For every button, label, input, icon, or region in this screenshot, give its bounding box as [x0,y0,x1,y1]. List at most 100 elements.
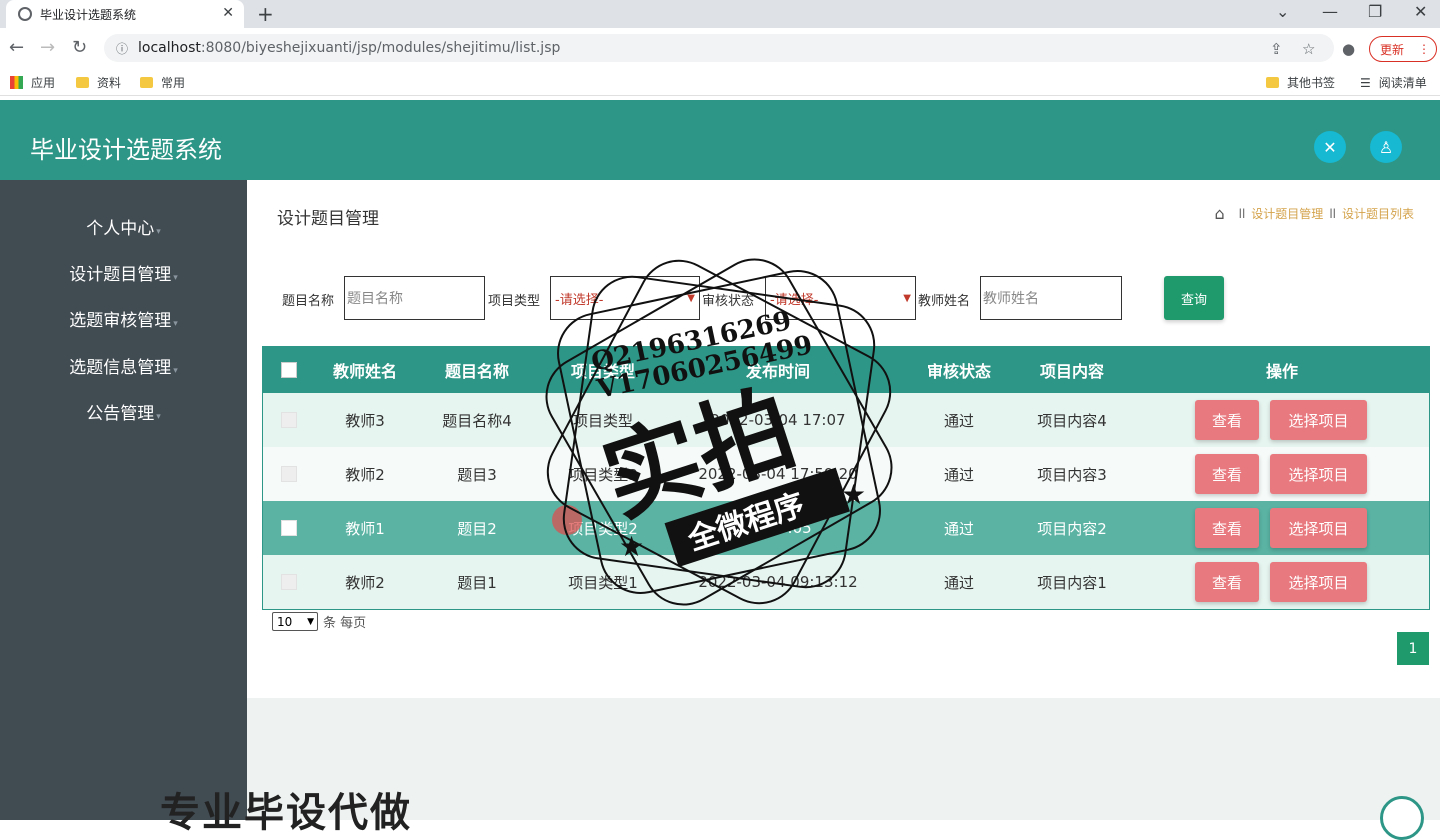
column-header[interactable]: 审核状态 [909,347,1009,393]
home-icon[interactable]: ⌂ [1214,204,1224,223]
select-value: -请选择- [555,292,604,308]
column-header[interactable]: 项目内容 [1017,347,1127,393]
title-cell: 题目名称4 [442,411,512,430]
bookmark-label: 常用 [161,76,186,90]
close-tab-icon[interactable]: ✕ [222,5,234,21]
bookmark-label: 阅读清单 [1378,76,1427,90]
chevron-down-icon: ▾ [173,273,178,283]
site-icon [18,7,32,21]
forward-icon[interactable]: → [40,37,55,58]
table-row[interactable]: 教师2 题目3 项目类型3 2022-03-04 17:59:20 通过 项目内… [263,447,1429,501]
view-button[interactable]: 查看 [1195,508,1259,548]
bookmark-star-icon[interactable]: ☆ [1302,40,1315,58]
chevron-down-icon: ▼ [903,292,911,304]
select-project-button[interactable]: 选择项目 [1270,400,1367,440]
back-to-top-icon[interactable] [1380,796,1424,840]
audit-filter-select[interactable]: -请选择- ▼ [765,276,916,320]
bookmark-label: 资料 [97,76,122,90]
reload-icon[interactable]: ↻ [72,37,87,58]
type-filter-select[interactable]: -请选择- ▼ [550,276,700,320]
profile-icon[interactable]: ● [1342,40,1355,58]
column-header[interactable]: 项目类型 [543,347,663,393]
column-header: 操作 [1265,362,1298,381]
table-row[interactable]: 教师2 题目1 项目类型1 2022-03-04 09:13:12 通过 项目内… [263,555,1429,609]
folder-icon [140,77,153,88]
bookmark-label: 其他书签 [1287,76,1336,90]
site-info-icon[interactable]: ⓘ [116,40,128,57]
minimize-icon[interactable]: — [1322,2,1338,21]
type-filter-label: 项目类型 [488,294,541,309]
row-checkbox[interactable] [281,412,297,428]
reading-list[interactable]: ☰ 阅读清单 [1360,74,1427,91]
page-size-select[interactable]: 10 ▼ [272,612,318,631]
select-project-button[interactable]: 选择项目 [1270,454,1367,494]
chevron-down-icon: ▾ [156,412,161,422]
url-field[interactable]: ⓘ localhost:8080/biyeshejixuanti/jsp/mod… [104,34,1334,62]
teacher-cell: 教师2 [345,465,385,484]
title-filter-input[interactable]: 题目名称 [344,276,485,320]
content-cell: 项目内容2 [1037,519,1107,538]
sidebar-item-label: 个人中心 [86,219,155,239]
row-select-cell [263,501,315,555]
bookmark-folder-common[interactable]: 常用 [140,74,185,91]
new-tab-icon[interactable]: + [257,2,274,26]
ad-banner-text: 专业毕设代做 [160,790,412,836]
row-checkbox[interactable] [281,574,297,590]
select-project-button[interactable]: 选择项目 [1270,508,1367,548]
view-cell: 查看 [1195,555,1259,609]
input-placeholder: 教师姓名 [983,291,1039,307]
breadcrumb-separator: ll [1329,206,1336,221]
column-header[interactable]: 题目名称 [425,347,529,393]
page-number-button[interactable]: 1 [1397,632,1429,665]
view-button[interactable]: 查看 [1195,454,1259,494]
page-title: 设计题目管理 [277,209,379,229]
row-checkbox[interactable] [281,466,297,482]
back-icon[interactable]: ← [9,37,24,58]
teacher-filter-input[interactable]: 教师姓名 [980,276,1122,320]
bookmarks-bar: 应用 资料 常用 其他书签 ☰ 阅读清单 [0,68,1440,96]
table-row[interactable]: 教师1 题目2 项目类型2 11:39:05 通过 项目内容2 查看 选择项目 [263,501,1429,555]
page-size-suffix: 条 每页 [323,616,367,631]
sidebar-item-selection-info[interactable]: 选题信息管理 ▾ [0,353,247,378]
table-row[interactable]: 教师3 题目名称4 项目类型 2022-03-04 17:07 通过 项目内容4… [263,393,1429,447]
pick-cell: 选择项目 [1270,501,1367,555]
apps-grid-icon [10,76,23,89]
user-icon[interactable]: ♙ [1370,131,1402,163]
bookmark-folder-materials[interactable]: 资料 [76,74,121,91]
breadcrumb-item[interactable]: 设计题目列表 [1342,205,1414,222]
select-all-checkbox[interactable] [281,362,297,378]
select-all-cell [263,347,315,393]
select-project-button[interactable]: 选择项目 [1270,562,1367,602]
type-cell: 项目类型3 [568,465,638,484]
time-cell: 2022-03-04 09:13:12 [698,573,858,591]
query-button[interactable]: 查询 [1164,276,1224,320]
share-icon[interactable]: ⇪ [1270,40,1283,58]
more-menu-icon: ⋮ [1418,42,1431,56]
sidebar-item-label: 选题审核管理 [69,311,172,331]
column-header[interactable]: 发布时间 [703,347,853,393]
view-button[interactable]: 查看 [1195,400,1259,440]
tab-search-icon[interactable]: ⌄ [1276,2,1289,21]
column-header[interactable]: 教师姓名 [315,347,415,393]
breadcrumb-item[interactable]: 设计题目管理 [1251,205,1323,222]
app-title: 毕业设计选题系统 [30,136,222,164]
bookmark-other[interactable]: 其他书签 [1266,74,1335,91]
cursor-highlight [552,505,582,535]
fullscreen-icon[interactable]: ✕ [1314,131,1346,163]
browser-tab[interactable]: 毕业设计选题系统 ✕ [6,0,244,28]
view-button[interactable]: 查看 [1195,562,1259,602]
row-checkbox[interactable] [281,520,297,536]
sidebar-item-announcements[interactable]: 公告管理 ▾ [0,399,247,424]
restore-icon[interactable]: ❐ [1368,2,1382,21]
page-size-value: 10 [277,614,293,629]
window-close-icon[interactable]: ✕ [1414,2,1427,21]
sidebar-item-audit-management[interactable]: 选题审核管理 ▾ [0,306,247,331]
bookmark-apps[interactable]: 应用 [10,74,55,91]
url-host: localhost [138,40,201,56]
select-value: -请选择- [770,292,819,308]
update-button[interactable]: 更新 ⋮ [1369,36,1437,62]
sidebar-item-topic-management[interactable]: 设计题目管理 ▾ [0,260,247,285]
input-placeholder: 题目名称 [347,291,403,307]
content-cell: 项目内容1 [1037,573,1107,592]
sidebar-item-personal-center[interactable]: 个人中心 ▾ [0,214,247,239]
